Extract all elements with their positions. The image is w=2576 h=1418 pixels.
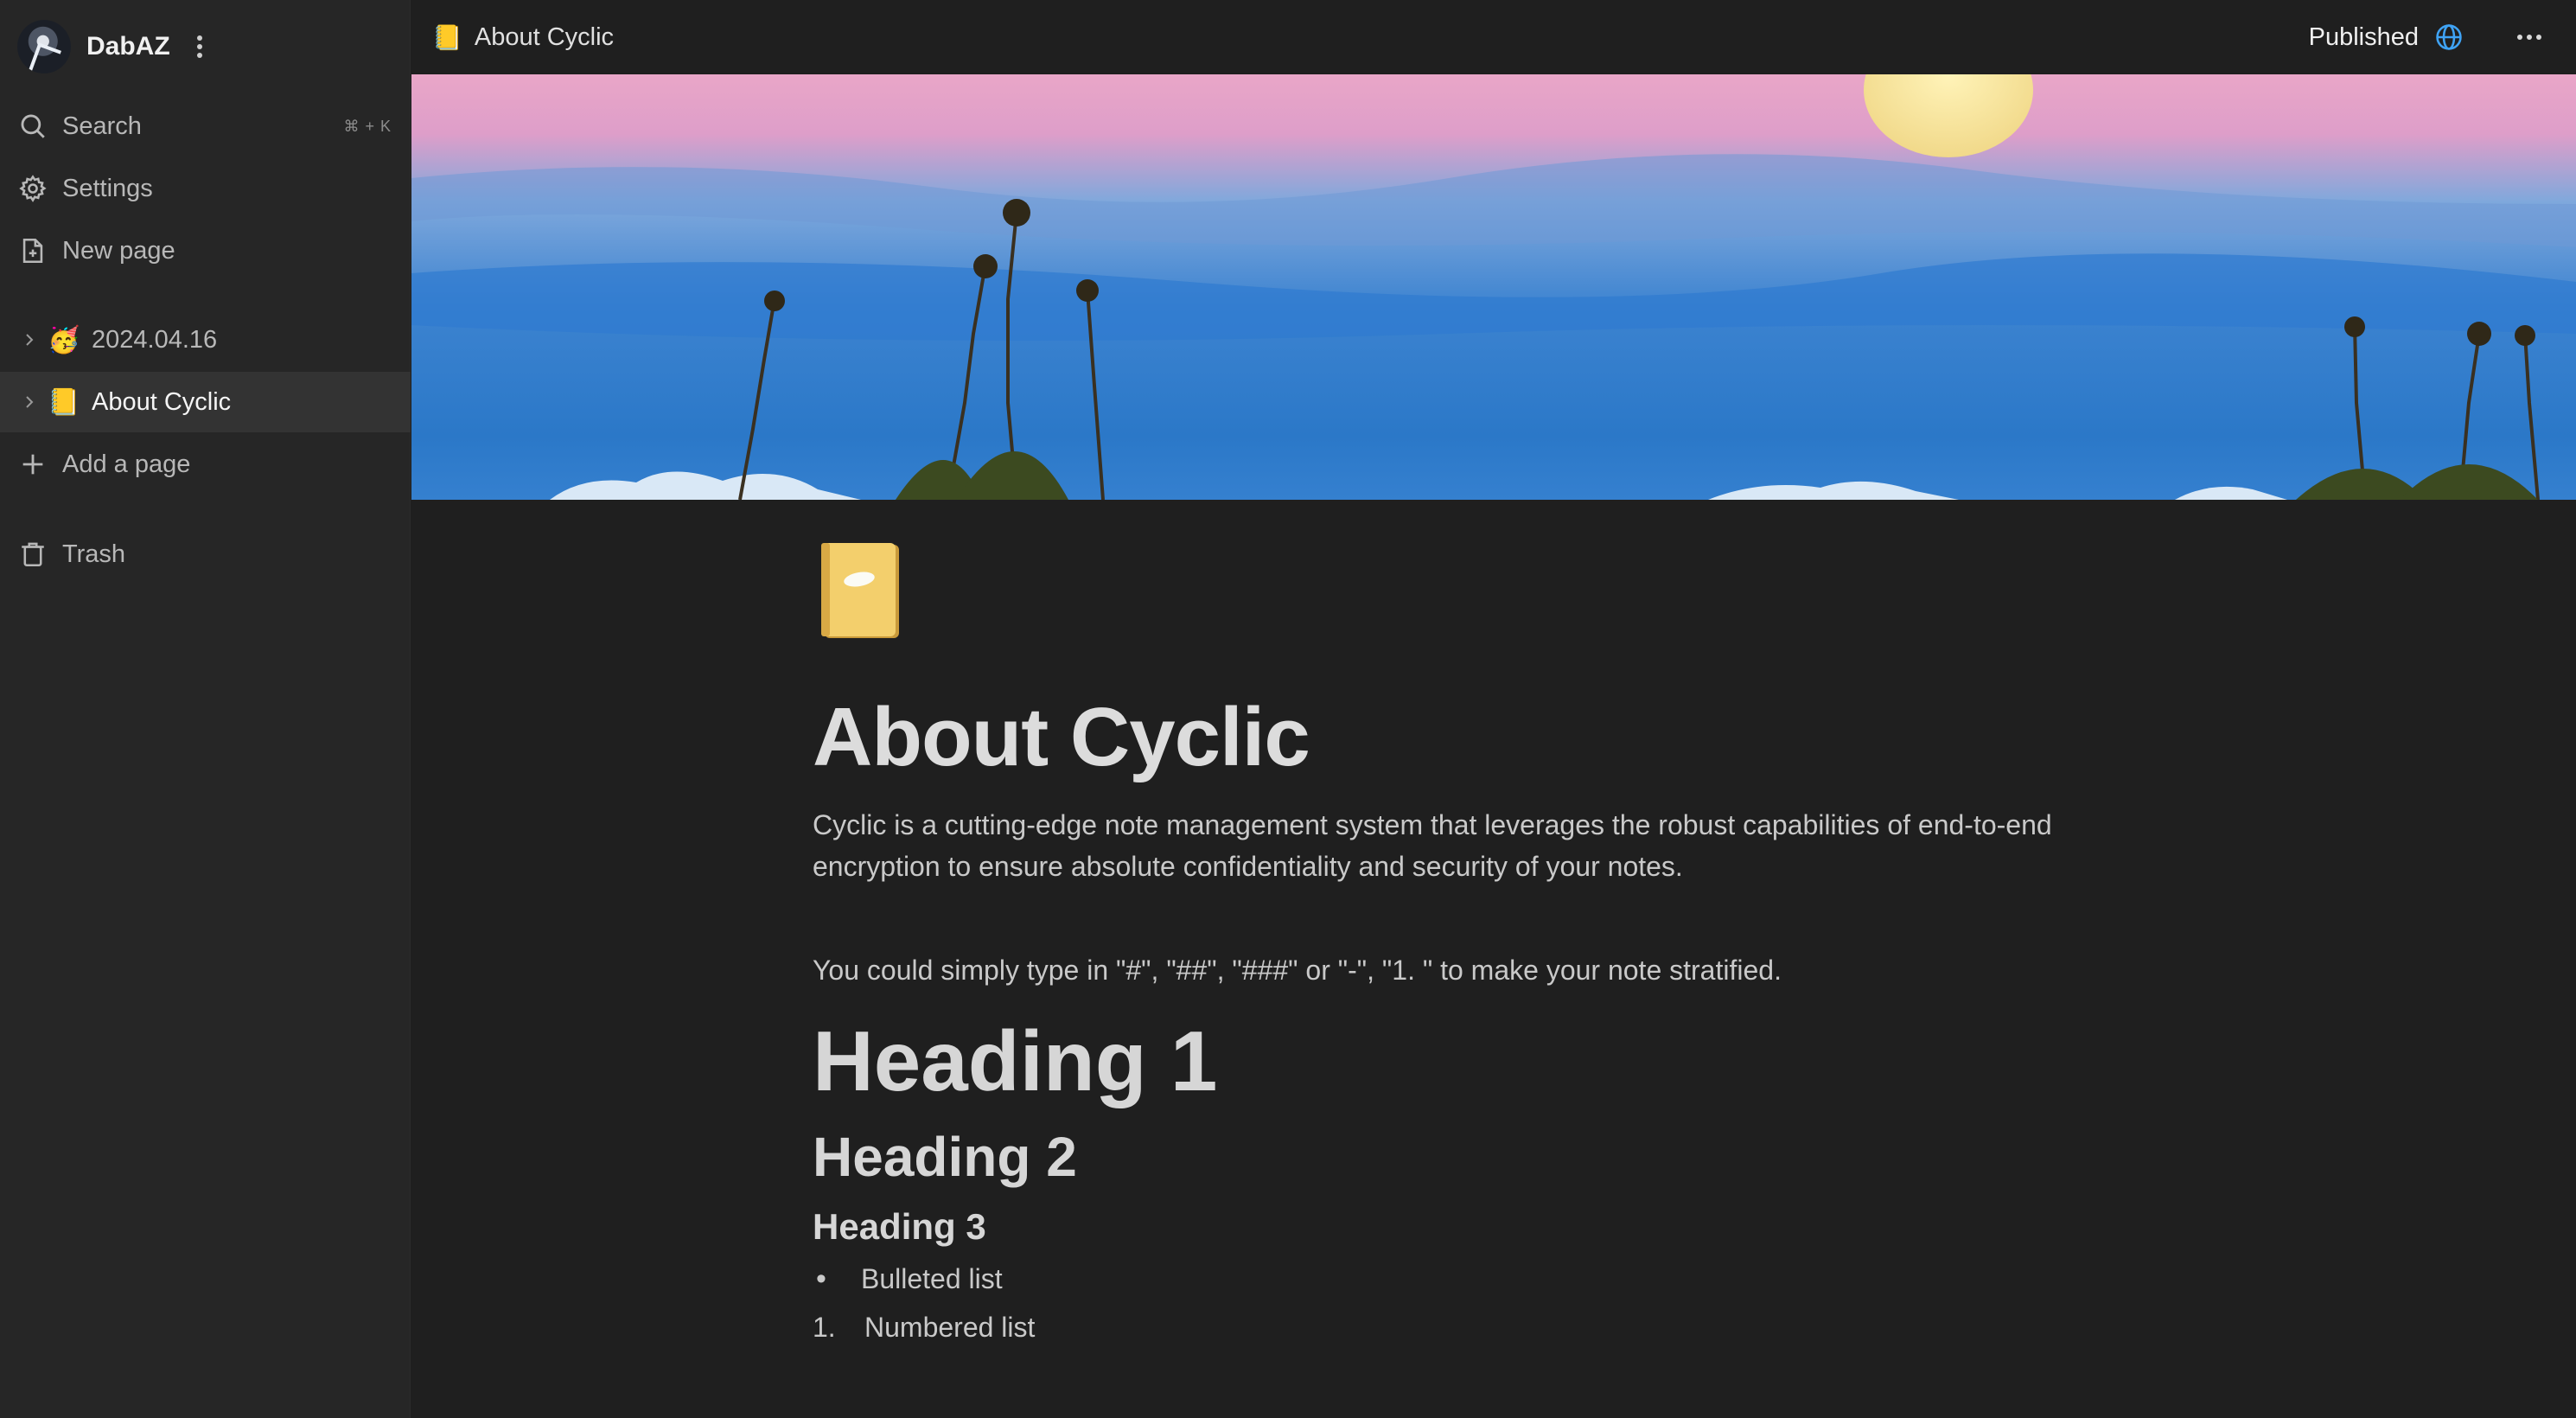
- hint-paragraph[interactable]: You could simply type in "#", "##", "###…: [813, 949, 2196, 991]
- breadcrumb[interactable]: 📒 About Cyclic: [432, 23, 614, 52]
- gear-icon: [17, 173, 48, 204]
- workspace-switcher[interactable]: DabAZ: [17, 19, 398, 74]
- sidebar-page-label: 2024.04.16: [92, 325, 218, 354]
- intro-paragraph[interactable]: Cyclic is a cutting-edge note management…: [813, 804, 2178, 887]
- notebook-icon: 📒: [48, 387, 80, 417]
- page-body: About Cyclic Cyclic is a cutting-edge no…: [813, 540, 2196, 1344]
- number-marker: 1.: [813, 1311, 836, 1343]
- heading-1-block[interactable]: Heading 1: [813, 1014, 2196, 1108]
- sidebar-page-item[interactable]: 🥳 2024.04.16: [0, 310, 411, 370]
- heading-2-block[interactable]: Heading 2: [813, 1127, 2196, 1188]
- sidebar-item-search[interactable]: Search ⌘ + K: [0, 96, 411, 156]
- new-page-icon: [17, 235, 48, 266]
- cover-image[interactable]: [411, 74, 2576, 500]
- user-name: DabAZ: [86, 32, 170, 61]
- sidebar-page-label: About Cyclic: [92, 387, 232, 416]
- avatar[interactable]: [17, 20, 71, 73]
- bullet-marker: •: [816, 1262, 826, 1295]
- more-horizontal-icon[interactable]: [2514, 32, 2545, 42]
- sidebar-item-add-page[interactable]: Add a page: [0, 434, 411, 495]
- notebook-icon: [821, 543, 899, 638]
- published-label: Published: [2308, 22, 2419, 51]
- more-vertical-icon[interactable]: [191, 34, 208, 60]
- search-icon: [17, 111, 48, 142]
- topbar-actions: Published: [2309, 0, 2545, 74]
- published-button[interactable]: Published: [2309, 22, 2464, 52]
- page-title[interactable]: About Cyclic: [813, 692, 2196, 783]
- cover-scene: [411, 74, 2576, 500]
- sidebar-item-label: Trash: [62, 540, 126, 568]
- topbar: 📒 About Cyclic Published: [411, 0, 2576, 74]
- heading-3-block[interactable]: Heading 3: [813, 1206, 2196, 1247]
- sidebar-item-label: Add a page: [62, 450, 191, 478]
- main-content: 📒 About Cyclic Published About Cyclic Cy…: [411, 0, 2576, 1418]
- sidebar-item-label: New page: [62, 236, 175, 265]
- search-shortcut-hint: ⌘ + K: [343, 117, 392, 135]
- chevron-right-icon[interactable]: [21, 393, 38, 411]
- trash-icon: [17, 539, 48, 570]
- sidebar-item-settings[interactable]: Settings: [0, 158, 411, 219]
- party-face-icon: 🥳: [48, 325, 80, 354]
- bulleted-list-item[interactable]: • Bulleted list: [813, 1262, 2196, 1296]
- chevron-right-icon[interactable]: [21, 331, 38, 348]
- sidebar-item-new-page[interactable]: New page: [0, 220, 411, 281]
- sidebar-item-label: Settings: [62, 174, 153, 202]
- plus-icon: [17, 449, 48, 480]
- list-item-text: Bulleted list: [861, 1262, 1003, 1294]
- globe-icon: [2436, 24, 2462, 50]
- sidebar-item-trash[interactable]: Trash: [0, 524, 411, 584]
- page-icon[interactable]: [813, 540, 909, 643]
- notebook-icon: 📒: [432, 23, 462, 51]
- sidebar-page-item-active[interactable]: 📒 About Cyclic: [0, 372, 411, 432]
- breadcrumb-title: About Cyclic: [474, 22, 615, 51]
- sidebar: DabAZ Search ⌘ + K Settings New page 🥳 2…: [0, 0, 411, 1418]
- sidebar-item-label: Search: [62, 112, 142, 140]
- numbered-list-item[interactable]: 1. Numbered list: [813, 1312, 2196, 1344]
- list-item-text: Numbered list: [864, 1311, 1036, 1343]
- app-window: DabAZ Search ⌘ + K Settings New page 🥳 2…: [0, 0, 2576, 1418]
